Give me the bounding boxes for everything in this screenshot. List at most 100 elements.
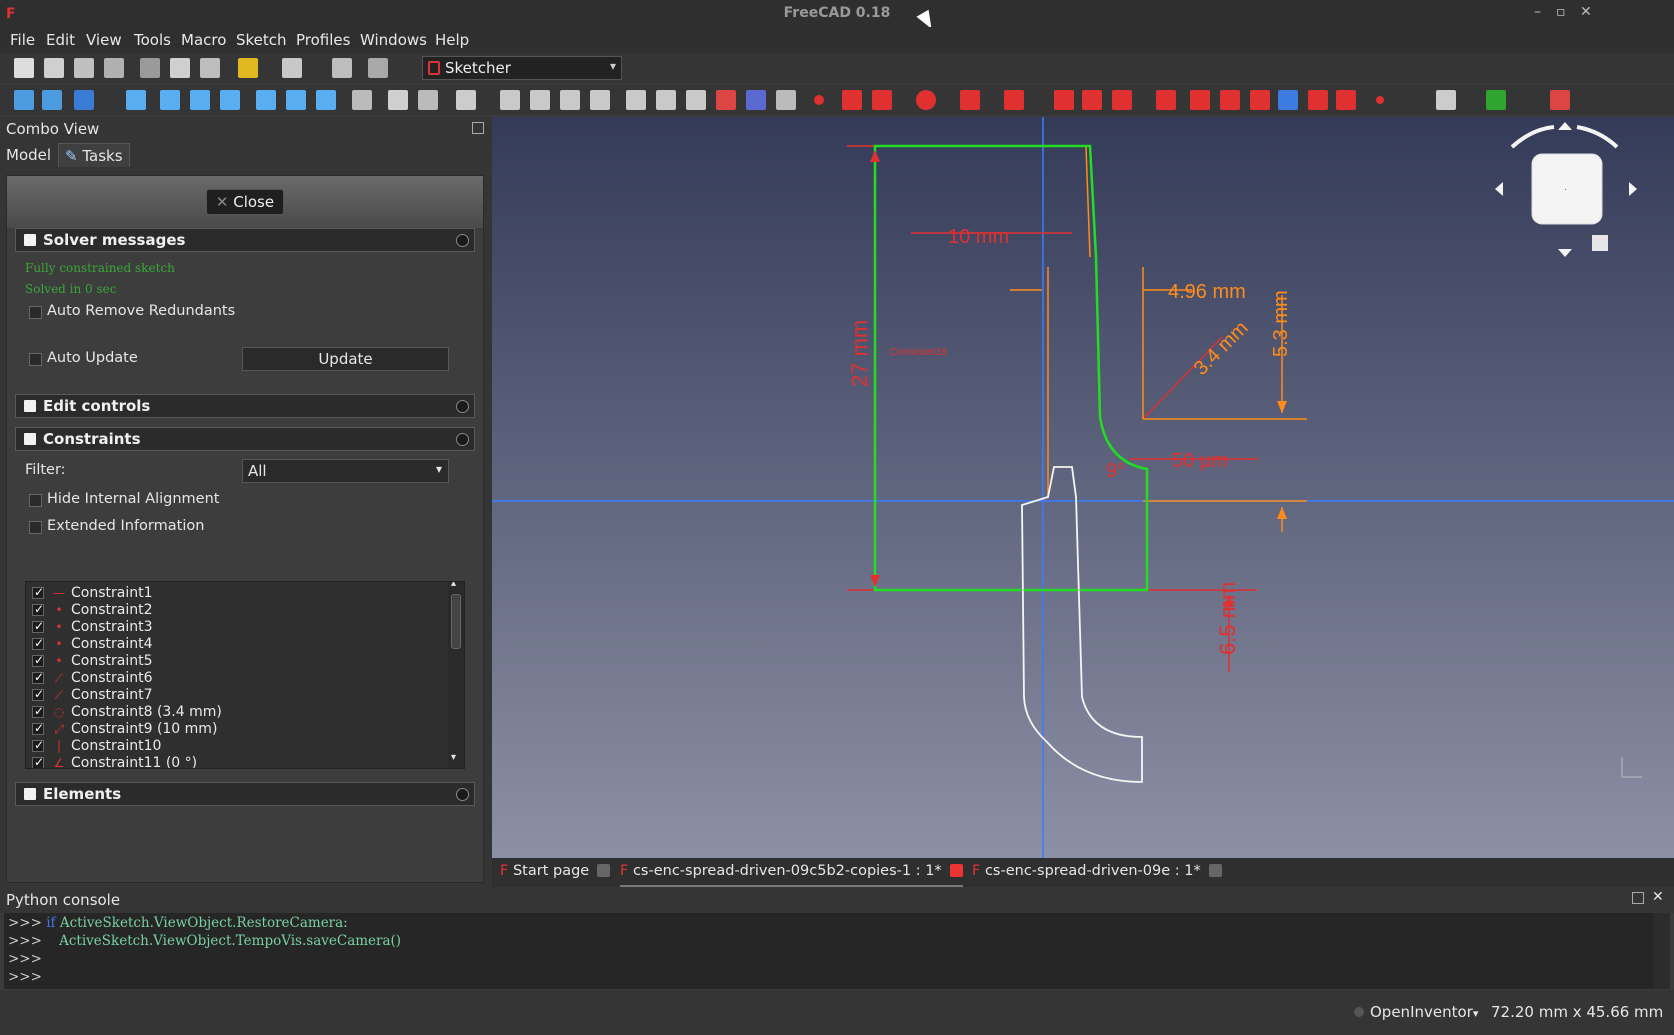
constraint-list-scrollbar[interactable]: ▴ ▾ bbox=[448, 582, 464, 768]
item-checkbox[interactable] bbox=[32, 602, 44, 616]
list-item[interactable]: — Constraint1 bbox=[26, 585, 446, 602]
doc-tab-09e[interactable]: F cs-enc-spread-driven-09e : 1* bbox=[972, 858, 1222, 887]
refresh-icon[interactable] bbox=[332, 58, 352, 78]
dimension-50um[interactable]: 50 µm bbox=[1172, 450, 1228, 472]
minimize-button[interactable]: – bbox=[1534, 4, 1541, 20]
draw-style-icon[interactable] bbox=[74, 90, 94, 110]
view-left-icon[interactable] bbox=[316, 90, 336, 110]
select-constraints-icon[interactable] bbox=[1436, 90, 1456, 110]
scroll-up-icon[interactable]: ▴ bbox=[451, 582, 456, 589]
collapse-icon[interactable] bbox=[456, 433, 469, 446]
extend-icon[interactable] bbox=[1250, 90, 1270, 110]
save-icon[interactable] bbox=[74, 58, 94, 78]
paste-icon[interactable] bbox=[200, 58, 220, 78]
external-geometry-icon[interactable] bbox=[1278, 90, 1298, 110]
open-file-icon[interactable] bbox=[44, 58, 64, 78]
measure-icon[interactable] bbox=[352, 90, 372, 110]
list-item[interactable]: • Constraint5 bbox=[26, 653, 446, 670]
menu-windows[interactable]: Windows bbox=[360, 31, 427, 49]
maximize-button[interactable]: ▫ bbox=[1556, 4, 1566, 20]
constrain-coincident-icon[interactable] bbox=[1376, 96, 1384, 104]
float-panel-icon[interactable] bbox=[1632, 892, 1644, 904]
dimension-6-5mm[interactable]: 6.5 mm bbox=[1215, 582, 1240, 655]
mirror-sketch-icon[interactable] bbox=[746, 90, 766, 110]
collapse-icon[interactable] bbox=[456, 788, 469, 801]
list-item[interactable]: ◌ Constraint8 (3.4 mm) bbox=[26, 704, 446, 721]
dimension-5-3mm[interactable]: 5.3 mm bbox=[1270, 290, 1292, 357]
scroll-down-icon[interactable]: ▾ bbox=[451, 752, 456, 763]
nav-up-arrow-icon[interactable] bbox=[1558, 122, 1572, 130]
new-file-icon[interactable] bbox=[14, 58, 34, 78]
auto-update-checkbox[interactable] bbox=[29, 353, 42, 366]
doc-tab-start-page[interactable]: F Start page bbox=[500, 858, 611, 887]
list-item[interactable]: • Constraint2 bbox=[26, 602, 446, 619]
nav-down-arrow-icon[interactable] bbox=[1558, 249, 1572, 257]
menu-edit[interactable]: Edit bbox=[46, 31, 75, 49]
part-icon[interactable] bbox=[388, 90, 408, 110]
item-checkbox[interactable] bbox=[32, 653, 44, 667]
nav-rotate-left-icon[interactable] bbox=[1510, 125, 1555, 149]
list-item[interactable]: ⟋ Constraint7 bbox=[26, 687, 446, 704]
edit-controls-header[interactable]: Edit controls bbox=[15, 394, 475, 418]
map-sketch-icon[interactable] bbox=[626, 90, 646, 110]
update-button[interactable]: Update bbox=[242, 347, 449, 371]
item-checkbox[interactable] bbox=[32, 738, 44, 752]
close-window-button[interactable]: ✕ bbox=[1580, 4, 1592, 20]
item-checkbox[interactable] bbox=[32, 619, 44, 633]
sketch-profile[interactable] bbox=[873, 144, 1149, 592]
view-front-icon[interactable] bbox=[160, 90, 180, 110]
view-isometric-icon[interactable] bbox=[126, 90, 146, 110]
list-item[interactable]: • Constraint4 bbox=[26, 636, 446, 653]
item-checkbox[interactable] bbox=[32, 636, 44, 650]
console-scrollbar[interactable] bbox=[1654, 913, 1670, 989]
whats-this-icon[interactable] bbox=[368, 58, 388, 78]
workbench-selector[interactable]: Sketcher ▾ bbox=[422, 56, 622, 80]
item-checkbox[interactable] bbox=[32, 670, 44, 684]
dimension-3-4mm[interactable]: 3.4 mm bbox=[1190, 317, 1253, 380]
tab-tasks[interactable]: ✎ Tasks bbox=[58, 143, 130, 167]
print-icon[interactable] bbox=[104, 58, 124, 78]
view-top-icon[interactable] bbox=[190, 90, 210, 110]
list-item[interactable]: ⤢ Constraint9 (10 mm) bbox=[26, 721, 446, 738]
dimension-27mm[interactable]: 27 mm bbox=[847, 320, 872, 387]
conic-icon[interactable] bbox=[960, 90, 980, 110]
white-profile[interactable] bbox=[1021, 466, 1143, 783]
list-item[interactable]: ⟋ Constraint6 bbox=[26, 670, 446, 687]
item-checkbox[interactable] bbox=[32, 721, 44, 735]
constraint-label-small[interactable]: Constraint18 bbox=[890, 347, 947, 358]
carbon-copy-icon[interactable] bbox=[1308, 90, 1328, 110]
renderer-select[interactable]: OpenInventor▾ bbox=[1370, 1003, 1478, 1021]
point-icon[interactable] bbox=[814, 95, 824, 105]
view-section-icon[interactable] bbox=[590, 90, 610, 110]
menu-view[interactable]: View bbox=[86, 31, 122, 49]
trim-icon[interactable] bbox=[1220, 90, 1240, 110]
group-icon[interactable] bbox=[418, 90, 438, 110]
validate-sketch-icon[interactable] bbox=[686, 90, 706, 110]
view-sketch-icon[interactable] bbox=[560, 90, 580, 110]
menu-profiles[interactable]: Profiles bbox=[296, 31, 350, 49]
menu-tools[interactable]: Tools bbox=[134, 31, 171, 49]
close-icon[interactable] bbox=[1208, 864, 1222, 877]
menu-file[interactable]: File bbox=[10, 31, 35, 49]
new-sketch-icon[interactable] bbox=[500, 90, 520, 110]
merge-sketch-icon[interactable] bbox=[716, 90, 736, 110]
copy-icon[interactable] bbox=[170, 58, 190, 78]
rectangle-icon[interactable] bbox=[1082, 90, 1102, 110]
3d-viewport[interactable]: 10 mm 4.96 mm 3.4 mm 5.3 mm 27 mm 50 µm … bbox=[492, 117, 1674, 858]
close-icon[interactable] bbox=[949, 864, 963, 877]
view-bottom-icon[interactable] bbox=[286, 90, 306, 110]
cut-icon[interactable] bbox=[140, 58, 160, 78]
undo-icon[interactable] bbox=[238, 58, 258, 78]
extended-information-checkbox[interactable] bbox=[29, 521, 42, 534]
construction-mode-icon[interactable] bbox=[1336, 90, 1356, 110]
line-icon[interactable] bbox=[842, 90, 862, 110]
circle-icon[interactable] bbox=[916, 90, 936, 110]
redo-icon[interactable] bbox=[282, 58, 302, 78]
dimension-4-96mm[interactable]: 4.96 mm bbox=[1168, 281, 1246, 303]
fit-all-icon[interactable] bbox=[14, 90, 34, 110]
collapse-icon[interactable] bbox=[456, 234, 469, 247]
view-rear-icon[interactable] bbox=[256, 90, 276, 110]
collapse-icon[interactable] bbox=[456, 400, 469, 413]
menu-help[interactable]: Help bbox=[435, 31, 469, 49]
float-panel-icon[interactable] bbox=[472, 122, 484, 134]
